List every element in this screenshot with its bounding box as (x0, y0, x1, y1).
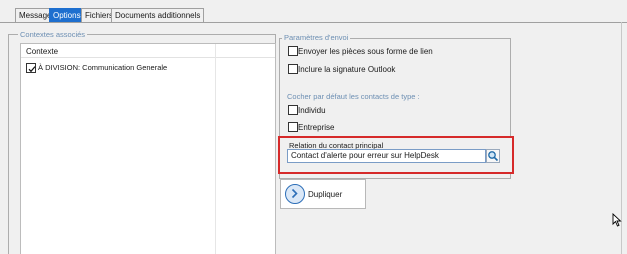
column-separator (215, 44, 216, 254)
include-signature-label: Inclure la signature Outlook (298, 65, 396, 74)
contexts-list[interactable]: Contexte À DIVISION: Communication Gener… (20, 43, 276, 254)
tab-options[interactable]: Options (49, 8, 85, 23)
company-label: Entreprise (298, 123, 335, 132)
tab-bar: Message Options Fichiers Documents addit… (0, 0, 627, 23)
individual-checkbox[interactable] (288, 105, 298, 115)
duplicate-button[interactable]: Dupliquer (280, 179, 366, 209)
duplicate-label: Dupliquer (308, 190, 343, 199)
contexts-list-header: Contexte (21, 44, 275, 58)
company-checkbox[interactable] (288, 122, 298, 132)
search-icon (488, 151, 499, 162)
default-contacts-title: Cocher par défaut les contacts de type : (287, 92, 420, 101)
relation-search-button[interactable] (486, 149, 500, 163)
contexts-group-title: Contextes associés (18, 30, 88, 39)
mouse-cursor-icon (612, 213, 622, 227)
arrow-right-circle-icon (285, 184, 305, 204)
relation-input[interactable]: Contact d'alerte pour erreur sur HelpDes… (287, 149, 486, 163)
tab-divider (0, 22, 627, 23)
individual-label: Individu (298, 106, 326, 115)
column-header-contexte[interactable]: Contexte (26, 47, 58, 56)
send-params-group-title: Paramètres d'envoi (282, 33, 351, 42)
context-label: À DIVISION: Communication Generale (38, 63, 168, 72)
include-signature-checkbox[interactable] (288, 64, 298, 74)
send-as-link-checkbox[interactable] (288, 46, 298, 56)
send-as-link-label: Envoyer les pièces sous forme de lien (298, 47, 433, 56)
tab-documents-additionnels[interactable]: Documents additionnels (111, 8, 205, 23)
list-item[interactable]: À DIVISION: Communication Generale (21, 61, 211, 75)
context-checkbox[interactable] (26, 63, 36, 73)
checkmark-icon (28, 66, 36, 73)
